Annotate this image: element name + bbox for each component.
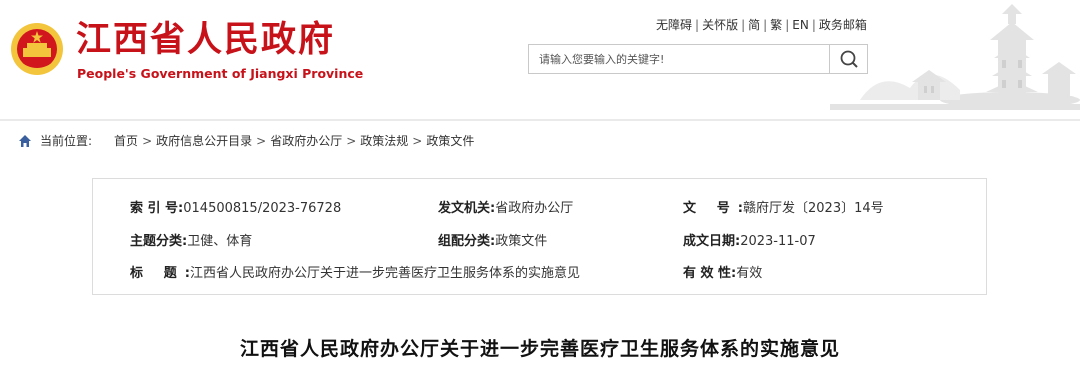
link-traditional[interactable]: 繁 (770, 18, 782, 32)
meta-label: 文 号: (683, 201, 743, 216)
separator: | (741, 18, 746, 32)
breadcrumb-separator: > (412, 133, 423, 148)
meta-issuer: 发文机关:省政府办公厅 (438, 197, 573, 216)
meta-label: 有 效 性: (683, 266, 737, 281)
meta-value: 卫健、体育 (187, 234, 253, 249)
meta-label: 发文机关: (438, 201, 496, 216)
breadcrumb-label: 当前位置: (40, 134, 93, 148)
meta-value: 赣府厅发〔2023〕14号 (743, 201, 884, 216)
meta-category: 组配分类:政策文件 (438, 230, 547, 249)
pavilion-skyline-icon (830, 4, 1080, 110)
search-input[interactable] (529, 45, 829, 73)
meta-date: 成文日期:2023-11-07 (683, 230, 816, 249)
site-subtitle: People's Government of Jiangxi Province (77, 66, 364, 81)
meta-value: 2023-11-07 (740, 234, 816, 249)
link-care-version[interactable]: 关怀版 (702, 18, 738, 32)
link-english[interactable]: EN (792, 18, 809, 32)
breadcrumb-policy-regulations[interactable]: 政策法规 (360, 132, 408, 149)
meta-value: 014500815/2023-76728 (183, 201, 342, 216)
breadcrumb: 当前位置: 首页 > 政府信息公开目录 > 省政府办公厅 > 政策法规 > 政策… (18, 132, 474, 149)
breadcrumb-separator: > (142, 133, 153, 148)
document-title: 江西省人民政府办公厅关于进一步完善医疗卫生服务体系的实施意见 (239, 338, 840, 360)
site-title[interactable]: 江西省人民政府 (76, 18, 335, 62)
meta-label: 主题分类: (130, 234, 188, 249)
meta-index-number: 索 引 号:014500815/2023-76728 (130, 197, 341, 216)
meta-label: 标 题: (130, 266, 190, 281)
meta-label: 组配分类: (438, 234, 496, 249)
separator: | (695, 18, 700, 32)
home-icon (19, 134, 31, 147)
meta-label: 成文日期: (683, 234, 741, 249)
header-divider (0, 119, 1080, 121)
meta-validity: 有 效 性:有效 (683, 262, 762, 281)
breadcrumb-home[interactable]: 首页 (114, 132, 138, 149)
link-accessibility[interactable]: 无障碍 (656, 18, 692, 32)
search-box (528, 44, 868, 74)
meta-value: 有效 (736, 266, 763, 281)
site-header: 江西省人民政府 People's Government of Jiangxi P… (0, 0, 1080, 120)
meta-value: 政策文件 (495, 234, 548, 249)
meta-label: 索 引 号: (130, 201, 184, 216)
link-simplified[interactable]: 简 (748, 18, 760, 32)
meta-value: 省政府办公厅 (495, 201, 574, 216)
breadcrumb-policy-documents[interactable]: 政策文件 (426, 132, 474, 149)
national-emblem-icon (11, 23, 63, 75)
breadcrumb-general-office[interactable]: 省政府办公厅 (270, 132, 342, 149)
separator: | (785, 18, 790, 32)
meta-topic: 主题分类:卫健、体育 (130, 230, 252, 249)
separator: | (763, 18, 768, 32)
document-metadata-panel: 索 引 号:014500815/2023-76728 发文机关:省政府办公厅 文… (92, 178, 987, 295)
breadcrumb-separator: > (346, 133, 357, 148)
separator: | (811, 18, 816, 32)
breadcrumb-info-directory[interactable]: 政府信息公开目录 (156, 132, 252, 149)
meta-value: 江西省人民政府办公厅关于进一步完善医疗卫生服务体系的实施意见 (190, 266, 581, 281)
meta-title: 标 题:江西省人民政府办公厅关于进一步完善医疗卫生服务体系的实施意见 (130, 262, 580, 281)
breadcrumb-separator: > (256, 133, 267, 148)
meta-doc-number: 文 号:赣府厅发〔2023〕14号 (683, 197, 884, 216)
